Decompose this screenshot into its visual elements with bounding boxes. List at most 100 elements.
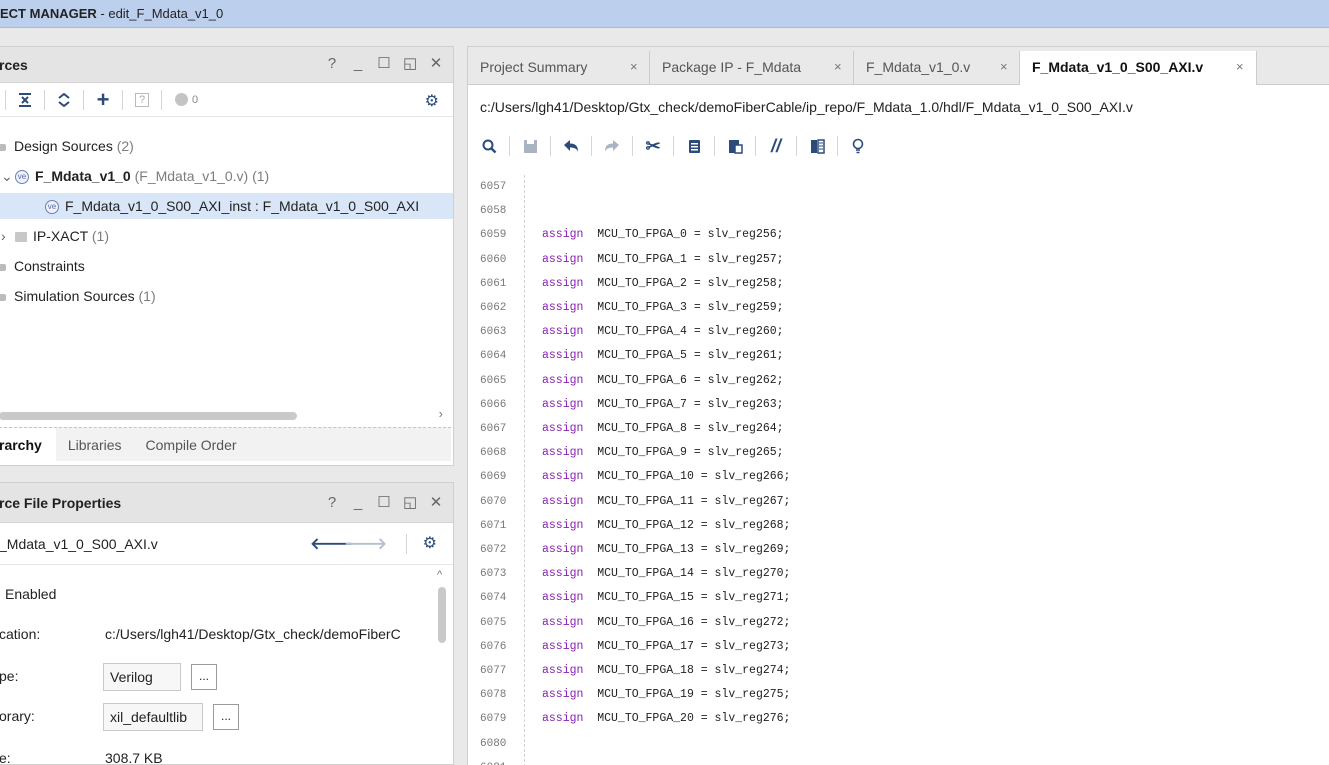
comment-icon[interactable]: //	[763, 134, 789, 158]
separator	[796, 136, 797, 156]
tree-item-constraints[interactable]: Constraints	[0, 253, 453, 279]
unknown-source-icon[interactable]: ?	[130, 88, 154, 112]
code-line[interactable]: assign MCU_TO_FPGA_9 = slv_reg265;	[542, 441, 784, 465]
help-button[interactable]: ?	[325, 494, 339, 512]
tab-compile-order[interactable]: Compile Order	[134, 428, 249, 462]
copy-icon[interactable]	[681, 134, 707, 158]
search-icon[interactable]	[476, 134, 502, 158]
vertical-scrollbar[interactable]: ^	[437, 569, 447, 764]
location-label: cation:	[0, 626, 41, 642]
keyword: assign	[542, 688, 584, 701]
bulb-icon[interactable]	[845, 134, 871, 158]
scrollbar-thumb[interactable]	[0, 412, 297, 420]
minimize-button[interactable]: _	[351, 494, 365, 512]
chevron-right-icon[interactable]: ›	[439, 406, 443, 421]
tree-item-axi-inst[interactable]: ve F_Mdata_v1_0_S00_AXI_inst : F_Mdata_v1…	[0, 193, 453, 219]
line-number: 6075	[480, 617, 507, 629]
chevron-up-icon[interactable]: ^	[437, 569, 442, 581]
tree-item-design-sources[interactable]: Design Sources (2)	[0, 133, 453, 159]
code-area[interactable]: 6057 6058 6059 assign MCU_TO_FPGA_0 = slv_r…	[468, 175, 1329, 765]
tree-item-simulation-sources[interactable]: Simulation Sources (1)	[0, 283, 453, 309]
redo-icon[interactable]	[599, 134, 625, 158]
maximize-button[interactable]: ☐	[377, 494, 391, 512]
size-label: e:	[0, 750, 11, 765]
line-number: 6068	[480, 447, 507, 459]
separator	[591, 136, 592, 156]
expand-all-icon[interactable]	[52, 88, 76, 112]
line-number: 6060	[480, 254, 507, 266]
sources-header: rces ? _ ☐ ◱ ✕	[0, 47, 453, 83]
maximize-button[interactable]: ☐	[377, 55, 391, 73]
code-line[interactable]: assign MCU_TO_FPGA_20 = slv_reg276;	[542, 707, 790, 731]
help-button[interactable]: ?	[325, 55, 339, 73]
properties-file-bar: _Mdata_v1_0_S00_AXI.v 🡐 🡒 ⚙	[0, 523, 453, 565]
separator	[755, 136, 756, 156]
code-line[interactable]: assign MCU_TO_FPGA_15 = slv_reg271;	[542, 586, 790, 610]
gear-icon[interactable]: ⚙	[423, 533, 437, 553]
library-ellipsis-button[interactable]: ...	[213, 704, 239, 730]
minimize-button[interactable]: _	[351, 55, 365, 73]
code-line[interactable]: assign MCU_TO_FPGA_4 = slv_reg260;	[542, 320, 784, 344]
tab-f-mdata-v[interactable]: F_Mdata_v1_0.v ×	[854, 51, 1020, 85]
close-icon[interactable]: ×	[834, 51, 842, 83]
separator	[632, 136, 633, 156]
code-line[interactable]: assign MCU_TO_FPGA_16 = slv_reg272;	[542, 611, 790, 635]
gear-icon[interactable]: ⚙	[425, 91, 439, 111]
line-number: 6072	[480, 544, 507, 556]
code-line[interactable]: assign MCU_TO_FPGA_6 = slv_reg262;	[542, 369, 784, 393]
keyword: assign	[542, 228, 584, 241]
line-number: 6062	[480, 302, 507, 314]
code-line[interactable]: assign MCU_TO_FPGA_11 = slv_reg267;	[542, 490, 790, 514]
code-line[interactable]: assign MCU_TO_FPGA_17 = slv_reg273;	[542, 635, 790, 659]
code-line[interactable]: assign MCU_TO_FPGA_5 = slv_reg261;	[542, 344, 784, 368]
tree-item-ip-xact[interactable]: › IP-XACT (1)	[0, 223, 453, 249]
chevron-down-icon[interactable]: ⌄	[1, 163, 15, 189]
undo-icon[interactable]	[558, 134, 584, 158]
columns-icon[interactable]	[804, 134, 830, 158]
type-ellipsis-button[interactable]: ...	[191, 664, 217, 690]
arrow-right-icon[interactable]: 🡒	[344, 533, 387, 554]
scrollbar-thumb[interactable]	[438, 587, 446, 643]
code-line[interactable]: assign MCU_TO_FPGA_2 = slv_reg258;	[542, 272, 784, 296]
file-path: c:/Users/lgh41/Desktop/Gtx_check/demoFib…	[468, 85, 1329, 129]
close-icon[interactable]: ×	[1236, 51, 1244, 83]
tab-package-ip[interactable]: Package IP - F_Mdata ×	[650, 51, 854, 85]
code-line[interactable]: assign MCU_TO_FPGA_19 = slv_reg275;	[542, 683, 790, 707]
code-line[interactable]: assign MCU_TO_FPGA_18 = slv_reg274;	[542, 659, 790, 683]
close-icon[interactable]: ×	[1000, 51, 1008, 83]
add-sources-button[interactable]: +	[91, 87, 115, 112]
code-line[interactable]: assign MCU_TO_FPGA_14 = slv_reg270;	[542, 562, 790, 586]
float-button[interactable]: ◱	[403, 55, 417, 73]
collapse-all-icon[interactable]	[13, 88, 37, 112]
code-line[interactable]: assign MCU_TO_FPGA_13 = slv_reg269;	[542, 538, 790, 562]
horizontal-scrollbar[interactable]: ›	[0, 406, 449, 423]
code-line[interactable]: assign MCU_TO_FPGA_8 = slv_reg264;	[542, 417, 784, 441]
tab-libraries[interactable]: Libraries	[56, 428, 134, 462]
line-number: 6079	[480, 713, 507, 725]
tree-item-top-module[interactable]: ⌄ ve F_Mdata_v1_0 (F_Mdata_v1_0.v) (1)	[0, 163, 453, 189]
tab-hierarchy[interactable]: rarchy	[0, 427, 56, 462]
tab-f-mdata-axi[interactable]: F_Mdata_v1_0_S00_AXI.v ×	[1019, 51, 1257, 86]
close-button[interactable]: ✕	[429, 494, 443, 512]
tab-project-summary[interactable]: Project Summary ×	[468, 51, 650, 85]
save-icon[interactable]	[517, 134, 543, 158]
line-number: 6080	[480, 738, 507, 750]
folder-icon	[0, 293, 6, 301]
line-number: 6069	[480, 471, 507, 483]
code-line[interactable]: assign MCU_TO_FPGA_3 = slv_reg259;	[542, 296, 784, 320]
close-button[interactable]: ✕	[429, 55, 443, 73]
code-line[interactable]: assign MCU_TO_FPGA_12 = slv_reg268;	[542, 514, 790, 538]
enabled-row[interactable]: Enabled	[0, 579, 453, 609]
cut-icon[interactable]: ✂	[640, 134, 666, 158]
location-row: cation: c:/Users/lgh41/Desktop/Gtx_check…	[0, 619, 453, 649]
code-line[interactable]: assign MCU_TO_FPGA_10 = slv_reg266;	[542, 465, 790, 489]
paste-icon[interactable]	[722, 134, 748, 158]
code-line[interactable]: assign MCU_TO_FPGA_1 = slv_reg257;	[542, 248, 784, 272]
close-icon[interactable]: ×	[630, 51, 638, 83]
separator	[673, 136, 674, 156]
float-button[interactable]: ◱	[403, 494, 417, 512]
code-line[interactable]: assign MCU_TO_FPGA_0 = slv_reg256;	[542, 223, 784, 247]
keyword: assign	[542, 640, 584, 653]
code-line[interactable]: assign MCU_TO_FPGA_7 = slv_reg263;	[542, 393, 784, 417]
chevron-right-icon[interactable]: ›	[1, 223, 15, 249]
